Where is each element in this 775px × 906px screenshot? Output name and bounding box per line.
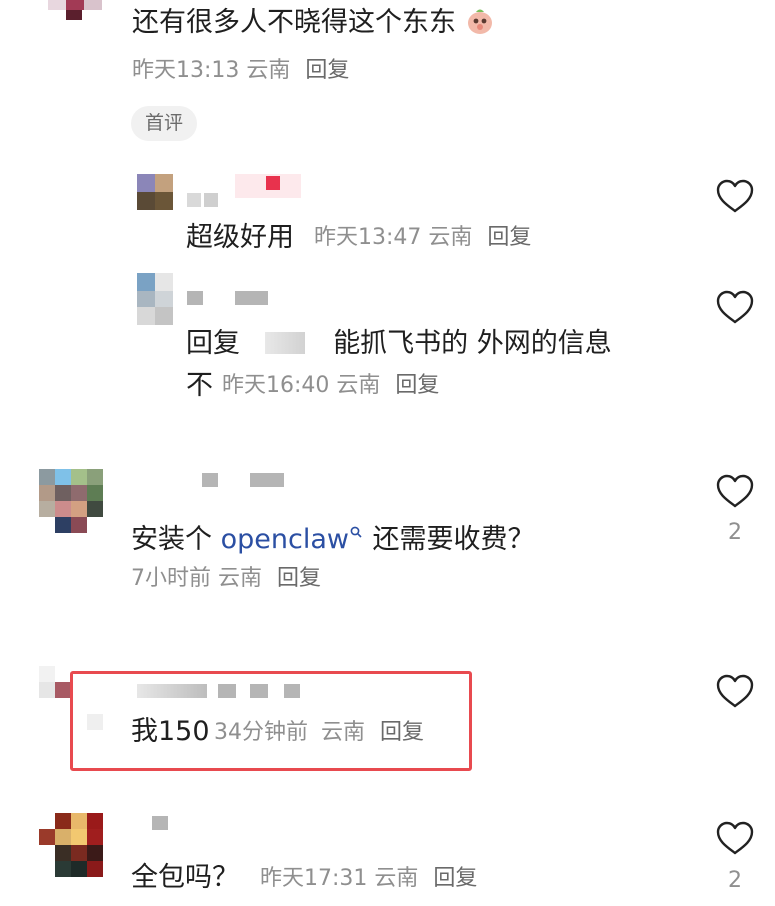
heart-outline-icon	[716, 474, 754, 508]
comment-5-location: 云南	[321, 720, 366, 745]
like-button-comment-6[interactable]	[715, 820, 755, 856]
comment-6-time: 昨天17:31	[260, 866, 368, 891]
comment-5-time: 34分钟前	[214, 720, 308, 745]
comment-3-meta: 昨天16:40 云南 回复	[222, 373, 439, 399]
comment-2-meta: 昨天13:47 云南 回复	[314, 225, 531, 251]
comment-4-text-before: 安装个	[131, 524, 212, 555]
openclaw-search-link[interactable]: openclaw	[221, 524, 362, 555]
heart-outline-icon	[716, 290, 754, 324]
heart-outline-icon	[716, 674, 754, 708]
comment-1-meta: 昨天13:13 云南 回复	[132, 58, 349, 84]
comment-6-reply-button[interactable]: 回复	[433, 866, 477, 891]
comment-4-reply-button[interactable]: 回复	[277, 566, 321, 591]
comment-2-time: 昨天13:47	[314, 225, 422, 250]
comment-5-reply-button[interactable]: 回复	[380, 720, 424, 745]
comment-4-location: 云南	[218, 566, 263, 591]
comment-4-username[interactable]	[202, 473, 218, 487]
avatar-comment-6[interactable]	[39, 813, 105, 881]
comment-3-mention[interactable]	[264, 332, 305, 354]
comment-6-text: 全包吗？	[131, 862, 239, 893]
emoji-cute-icon	[465, 6, 495, 36]
comment-5-text: 我150	[131, 716, 210, 747]
comment-3-username-2	[235, 291, 268, 305]
avatar-comment-2[interactable]	[137, 174, 173, 210]
avatar-comment-4[interactable]	[39, 469, 105, 537]
comment-3-reply-prefix: 回复	[186, 328, 240, 359]
comment-4-text-after: 还需要收费？	[372, 524, 535, 555]
comment-6-location: 云南	[374, 866, 419, 891]
comment-4-meta: 7小时前 云南 回复	[131, 566, 321, 592]
comment-3-text: 回复 能抓飞书的 外网的信息	[186, 328, 612, 360]
comment-3-time: 昨天16:40	[222, 373, 330, 398]
heart-outline-icon	[716, 179, 754, 213]
comment-3-reply-button[interactable]: 回复	[395, 373, 439, 398]
comment-1-text: 还有很多人不晓得这个东东	[132, 6, 495, 39]
avatar-comment-1[interactable]	[48, 0, 104, 22]
like-button-comment-5[interactable]	[715, 673, 755, 709]
comment-2-reply-button[interactable]: 回复	[487, 225, 531, 250]
like-button-comment-3[interactable]	[715, 289, 755, 325]
comment-3-main-text: 能抓飞书的 外网的信息	[333, 328, 612, 359]
comment-3-location: 云南	[336, 373, 381, 398]
like-button-comment-4[interactable]	[715, 473, 755, 509]
comment-1-location: 云南	[246, 58, 291, 83]
comment-1-time: 昨天13:13	[132, 58, 240, 83]
search-icon	[350, 514, 362, 546]
comment-4-text: 安装个 openclaw 还需要收费？	[131, 514, 535, 556]
comment-6-like-count: 2	[728, 868, 742, 893]
comment-2-location: 云南	[428, 225, 473, 250]
comment-4-like-count: 2	[728, 520, 742, 545]
comment-6-meta: 昨天17:31 云南 回复	[260, 866, 477, 892]
first-comment-badge: 首评	[131, 106, 198, 141]
avatar-comment-3[interactable]	[137, 273, 173, 325]
comment-2-username-2	[204, 193, 218, 207]
comment-5-meta: 34分钟前 云南 回复	[214, 720, 424, 746]
comment-6-username[interactable]	[152, 816, 168, 830]
like-button-comment-2[interactable]	[715, 178, 755, 214]
comment-2-username[interactable]	[187, 193, 201, 207]
comment-4-username-2	[250, 473, 284, 487]
comment-3-text-line2: 不	[186, 370, 213, 401]
comment-3-username[interactable]	[187, 291, 203, 305]
comment-4-time: 7小时前	[131, 566, 211, 591]
comment-2-author-badge	[235, 174, 301, 198]
comment-2-text: 超级好用	[186, 222, 294, 253]
heart-outline-icon	[716, 821, 754, 855]
comment-1-reply-button[interactable]: 回复	[305, 58, 349, 83]
